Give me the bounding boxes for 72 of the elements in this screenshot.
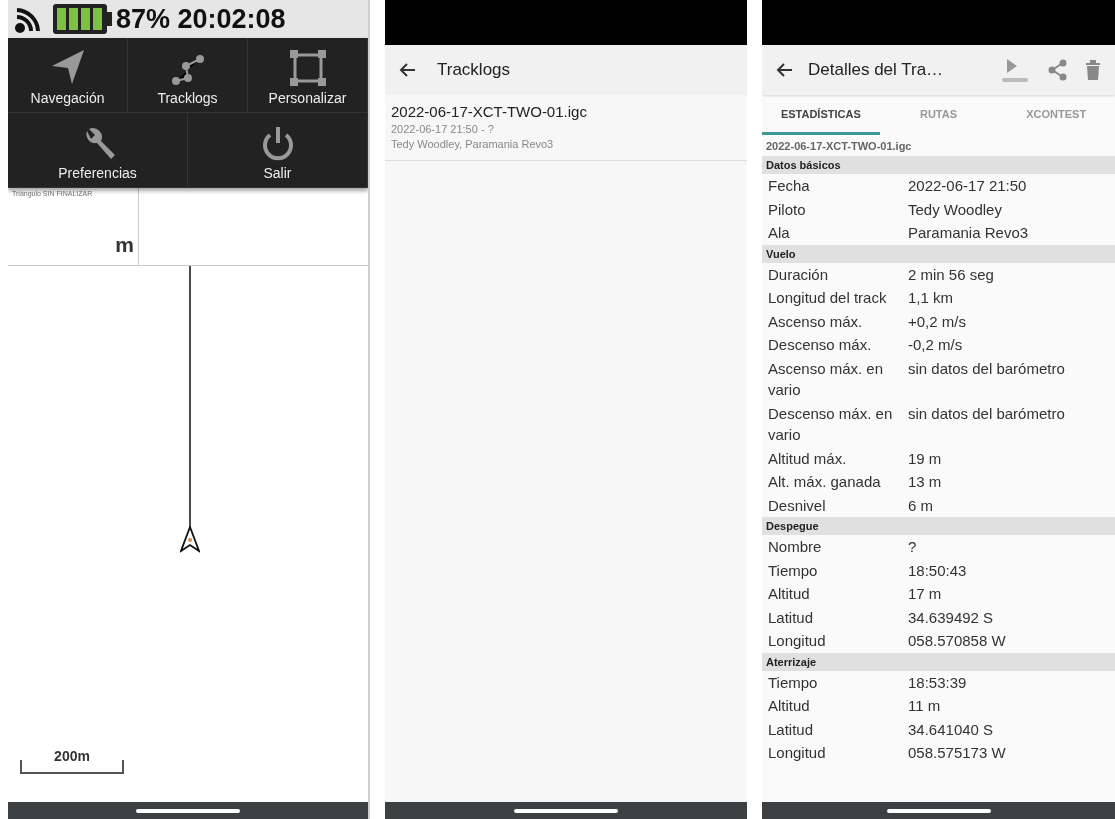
field-value: 19 m [908,448,942,469]
field-label: Altitud máx. [768,448,848,469]
section-header: Despegue [762,517,1115,535]
tab[interactable]: ESTADÍSTICAS [762,95,880,135]
field-label: Tiempo [768,560,819,581]
field-value: 34.641040 S [908,719,994,740]
field-value: 1,1 km [908,288,953,308]
field-label: Altitud [768,584,811,604]
field-label: Piloto [768,199,807,220]
field-value: 18:50:43 [908,560,967,581]
track-points-icon [169,54,206,86]
field-value: 2 min 56 seg [908,264,994,285]
field-label: Descenso máx. en vario [768,403,894,445]
field-label: Alt. máx. ganada [768,472,882,492]
tracklog-name: 2022-06-17-XCT-TWO-01.igc [391,103,588,120]
field-label: Altitud [768,696,811,716]
field-value: 34.639492 S [908,607,994,628]
menu-item[interactable]: Salir [188,113,368,187]
menu-item[interactable]: Personalizar [248,38,368,112]
status-text: 87% 20:02:08 [116,3,286,35]
glider-position-icon [180,526,200,553]
section-header: Aterrizaje [762,652,1115,671]
field-value: -0,2 m/s [908,335,963,355]
share-icon[interactable] [1047,59,1067,81]
field-label: Longitud del track [768,288,888,308]
field-value: Paramania Revo3 [908,223,1029,243]
tracklog-details: Tedy Woodley, Paramania Revo3 [391,138,555,150]
field-label: Latitud [768,607,815,628]
field-label: Tiempo [768,672,819,693]
menu-item[interactable]: Navegación [8,38,128,112]
field-label: Nombre [768,537,823,557]
file-name: 2022-06-17-XCT-TWO-01.igc [765,139,913,154]
field-value: 11 m [908,696,941,716]
field-value: 2022-06-17 21:50 [908,176,1027,196]
field-label: Ascenso máx. en vario [768,358,885,400]
home-indicator[interactable] [886,808,991,813]
scale-label: 200m [54,748,90,766]
menu-item[interactable]: Tracklogs [128,38,248,112]
back-arrow-icon[interactable] [776,62,794,78]
field-label: Ascenso máx. [768,311,864,332]
field-value: 6 m [908,495,933,516]
battery-icon [52,3,112,35]
field-value: Tedy Woodley [908,199,1002,220]
menu-item[interactable]: Preferencias [8,113,188,187]
field-label: Longitud [768,743,827,763]
trash-icon[interactable] [1085,60,1101,80]
resize-frame-icon [289,50,326,86]
screen-title: Detalles del Tra… [808,60,944,80]
field-value: 17 m [908,584,942,604]
section-header: Vuelo [762,244,1115,263]
home-indicator[interactable] [136,808,240,813]
back-arrow-icon[interactable] [399,62,417,78]
field-value: 18:53:39 [908,672,967,693]
field-label: Longitud [768,631,827,651]
home-indicator[interactable] [514,808,618,813]
field-label: Fecha [768,176,811,196]
field-label: Latitud [768,719,815,740]
field-value: sin datos del barómetro [908,358,1065,379]
tracklog-date: 2022-06-17 21:50 - ? [391,123,495,135]
field-value: 058.575173 W [908,743,1006,763]
field-label: Duración [768,264,830,285]
altitude-unit: m [115,233,134,257]
field-value: ? [908,537,917,557]
field-label: Descenso máx. [768,335,873,355]
field-value: 058.570858 W [908,631,1006,651]
field-label: Ala [768,223,791,243]
field-value: sin datos del barómetro [908,403,1065,424]
field-value: +0,2 m/s [908,311,966,332]
field-label: Desnivel [768,495,827,516]
field-value: 13 m [908,472,942,492]
screen-title: Tracklogs [437,60,511,80]
section-header: Datos básicos [762,156,1115,174]
